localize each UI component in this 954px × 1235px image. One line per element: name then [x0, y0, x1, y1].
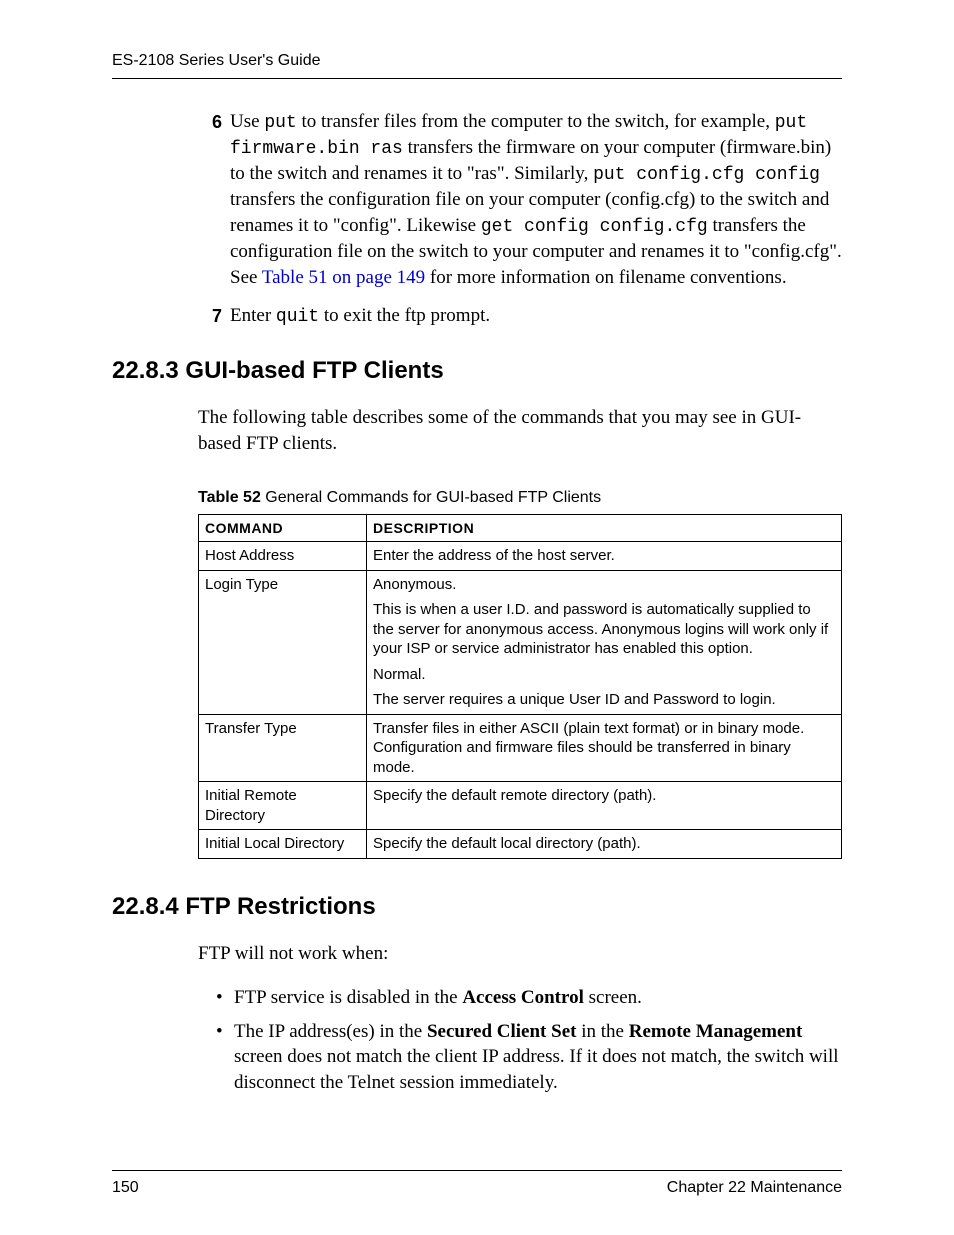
col-command: COMMAND: [199, 515, 367, 542]
table-row: Login Type Anonymous. This is when a use…: [199, 570, 842, 714]
text: screen does not match the client IP addr…: [234, 1046, 839, 1093]
table-caption: Table 52 General Commands for GUI-based …: [198, 487, 842, 509]
text: FTP service is disabled in the: [234, 987, 462, 1008]
bullet-dot-icon: •: [216, 985, 234, 1011]
desc-line: This is when a user I.D. and password is…: [373, 600, 835, 659]
cmd-cell: Transfer Type: [199, 714, 367, 782]
chapter-label: Chapter 22 Maintenance: [667, 1177, 842, 1199]
header-rule: [112, 78, 842, 79]
table-header-row: COMMAND DESCRIPTION: [199, 515, 842, 542]
text: screen.: [584, 987, 642, 1008]
desc-cell: Specify the default local directory (pat…: [367, 830, 842, 859]
bullet-item: • FTP service is disabled in the Access …: [216, 985, 842, 1011]
step-number: 6: [198, 110, 222, 291]
text: to exit the ftp prompt.: [319, 305, 490, 326]
col-description: DESCRIPTION: [367, 515, 842, 542]
table-row: Host Address Enter the address of the ho…: [199, 542, 842, 571]
bold-text: Secured Client Set: [427, 1021, 577, 1042]
code: put config.cfg config: [593, 165, 820, 185]
cmd-cell: Initial Local Directory: [199, 830, 367, 859]
code: quit: [276, 307, 319, 327]
step-body: Use put to transfer files from the compu…: [230, 109, 842, 291]
desc-line: Anonymous.: [373, 575, 835, 595]
bullet-dot-icon: •: [216, 1019, 234, 1096]
page-number: 150: [112, 1177, 139, 1199]
section-intro: The following table describes some of th…: [198, 405, 842, 456]
bullet-item: • The IP address(es) in the Secured Clie…: [216, 1019, 842, 1096]
text: Enter: [230, 305, 276, 326]
table-label: Table 52: [198, 489, 261, 506]
text: The IP address(es) in the: [234, 1021, 427, 1042]
bold-text: Remote Management: [629, 1021, 803, 1042]
step-7: 7 Enter quit to exit the ftp prompt.: [198, 303, 842, 329]
section-heading-22-8-3: 22.8.3 GUI-based FTP Clients: [112, 355, 842, 387]
code: get config config.cfg: [481, 217, 708, 237]
code: put: [264, 113, 296, 133]
bullet-text: The IP address(es) in the Secured Client…: [234, 1019, 842, 1096]
text: for more information on filename convent…: [425, 267, 786, 288]
bullet-list: • FTP service is disabled in the Access …: [216, 985, 842, 1096]
section-heading-22-8-4: 22.8.4 FTP Restrictions: [112, 891, 842, 923]
table-row: Initial Local Directory Specify the defa…: [199, 830, 842, 859]
cross-ref-link[interactable]: Table 51 on page 149: [262, 267, 425, 288]
bullet-text: FTP service is disabled in the Access Co…: [234, 985, 842, 1011]
desc-line: The server requires a unique User ID and…: [373, 690, 835, 710]
page-footer: 150 Chapter 22 Maintenance: [112, 1170, 842, 1199]
footer-rule: [112, 1170, 842, 1171]
desc-cell: Transfer files in either ASCII (plain te…: [367, 714, 842, 782]
desc-cell: Anonymous. This is when a user I.D. and …: [367, 570, 842, 714]
desc-cell: Enter the address of the host server.: [367, 542, 842, 571]
desc-cell: Specify the default remote directory (pa…: [367, 782, 842, 830]
text: Use: [230, 111, 264, 132]
table-title: General Commands for GUI-based FTP Clien…: [261, 489, 601, 506]
step-number: 7: [198, 304, 222, 329]
cmd-cell: Login Type: [199, 570, 367, 714]
cmd-cell: Host Address: [199, 542, 367, 571]
numbered-steps: 6 Use put to transfer files from the com…: [198, 109, 842, 329]
bold-text: Access Control: [462, 987, 584, 1008]
step-body: Enter quit to exit the ftp prompt.: [230, 303, 842, 329]
cmd-cell: Initial Remote Directory: [199, 782, 367, 830]
text: to transfer files from the computer to t…: [297, 111, 775, 132]
running-header: ES-2108 Series User's Guide: [112, 50, 842, 72]
table-row: Transfer Type Transfer files in either A…: [199, 714, 842, 782]
text: in the: [576, 1021, 628, 1042]
step-6: 6 Use put to transfer files from the com…: [198, 109, 842, 291]
desc-line: Normal.: [373, 665, 835, 685]
commands-table: COMMAND DESCRIPTION Host Address Enter t…: [198, 514, 842, 859]
table-row: Initial Remote Directory Specify the def…: [199, 782, 842, 830]
section-intro: FTP will not work when:: [198, 941, 842, 967]
